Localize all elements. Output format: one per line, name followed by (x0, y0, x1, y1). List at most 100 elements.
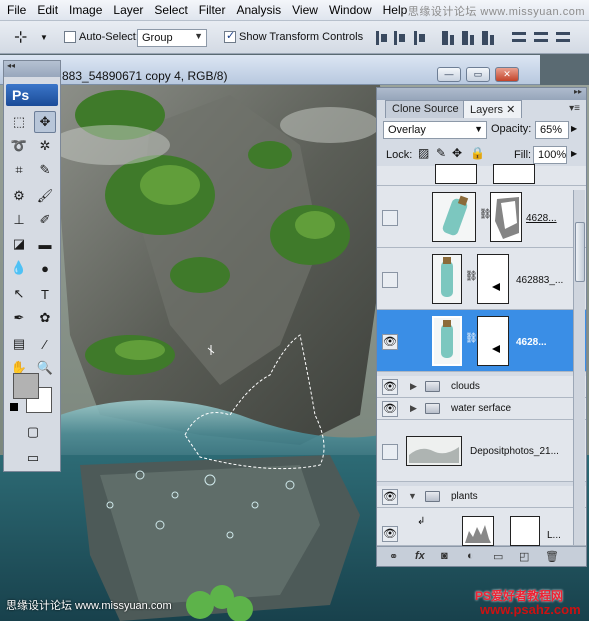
opacity-slider-arrow-icon[interactable]: ▶ (571, 124, 577, 133)
menu-analysis[interactable]: Analysis (232, 3, 288, 17)
screen-mode-icon[interactable]: ▭ (22, 447, 44, 469)
layers-scrollbar[interactable] (573, 190, 585, 545)
brush-tool-icon[interactable]: 🖌 (34, 185, 56, 207)
tools-panel-handle[interactable]: ◂◂ (4, 61, 60, 77)
menu-file[interactable]: File (3, 3, 33, 17)
layer-row-3-selected[interactable]: 👁 ⛓ 4628... (377, 310, 586, 372)
menu-view[interactable]: View (288, 3, 325, 17)
eraser-tool-icon[interactable]: ◪ (8, 233, 30, 255)
notes-tool-icon[interactable]: ▤ (8, 333, 30, 355)
minimize-button[interactable]: — (437, 67, 461, 82)
visibility-toggle[interactable] (382, 444, 398, 460)
layer-name[interactable]: L... (547, 530, 561, 541)
layer-row-depositphotos[interactable]: Depositphotos_21... (377, 420, 586, 482)
chain-link-icon[interactable]: ⛓ (465, 333, 478, 344)
layer-name[interactable]: 4628... (516, 337, 547, 348)
layer-group-plants[interactable]: 👁 ▼ plants (377, 486, 586, 508)
group-name[interactable]: water serface (451, 403, 511, 414)
marquee-tool-icon[interactable]: ⬚ (8, 111, 30, 133)
tab-clone-source[interactable]: Clone Source (385, 100, 466, 118)
clone-stamp-tool-icon[interactable]: ⊥ (8, 209, 30, 231)
blend-mode-select[interactable]: Overlay ▼ (383, 121, 487, 139)
new-group-icon[interactable]: ▭ (493, 550, 503, 563)
folder-icon (425, 491, 440, 502)
adjustment-layer-icon[interactable]: ◐ (467, 550, 474, 562)
lock-all-icon[interactable]: 🔒 (470, 146, 485, 160)
menu-filter[interactable]: Filter (195, 3, 233, 17)
layer-row-1[interactable]: ⛓ 4628... (377, 186, 586, 248)
move-tool-icon[interactable]: ⊹ (14, 27, 27, 47)
lock-image-icon[interactable]: ✎ (436, 146, 446, 160)
link-layers-icon[interactable]: ⚭ (389, 550, 398, 563)
auto-select-checkbox[interactable] (64, 31, 76, 43)
lasso-tool-icon[interactable]: ➰ (8, 135, 30, 157)
layer-name[interactable]: Depositphotos_21... (470, 446, 559, 457)
eye-icon[interactable]: 👁 (382, 379, 398, 395)
group-name[interactable]: plants (451, 491, 478, 502)
scrollbar-thumb[interactable] (575, 222, 585, 282)
layer-name[interactable]: 4628... (526, 213, 557, 224)
add-mask-icon[interactable]: ◙ (441, 550, 448, 562)
lock-transparent-icon[interactable]: ▨ (418, 146, 429, 160)
menu-select[interactable]: Select (150, 3, 194, 17)
expand-arrow-icon[interactable]: ▶ (410, 403, 417, 414)
collapse-panel-icon[interactable]: ▸▸ (574, 87, 582, 96)
gradient-tool-icon[interactable]: ▬ (34, 233, 56, 255)
fill-slider-arrow-icon[interactable]: ▶ (571, 149, 577, 158)
layer-row-2[interactable]: ⛓ 462883_... (377, 248, 586, 310)
new-layer-icon[interactable]: ◰ (519, 550, 529, 563)
path-selection-tool-icon[interactable]: ↖ (8, 283, 30, 305)
align-distribute-icons[interactable] (370, 27, 585, 49)
expand-arrow-icon[interactable]: ▶ (410, 381, 417, 392)
maximize-button[interactable]: ▭ (466, 67, 490, 82)
menu-layer[interactable]: Layer (109, 3, 150, 17)
pen-tool-icon[interactable]: ✒ (8, 307, 30, 329)
layer-mask-thumbnail (490, 192, 522, 242)
dropdown-arrow-icon: ▼ (194, 31, 203, 41)
eye-icon[interactable]: 👁 (382, 334, 398, 350)
crop-tool-icon[interactable]: ⌗ (8, 159, 30, 181)
layer-row-bottom-partial[interactable]: 👁 ↲ L... (377, 508, 586, 546)
dodge-tool-icon[interactable]: ● (34, 257, 56, 279)
visibility-toggle[interactable] (382, 272, 398, 288)
color-sampler-tool-icon[interactable]: ⁄ (34, 333, 56, 355)
lock-position-icon[interactable]: ✥ (452, 146, 462, 160)
layer-row-partial[interactable] (377, 164, 586, 186)
visibility-toggle[interactable] (382, 210, 398, 226)
eyedropper-tool-icon[interactable]: ✎ (34, 159, 56, 181)
custom-shape-tool-icon[interactable]: ✿ (34, 307, 56, 329)
healing-brush-tool-icon[interactable]: ⚙ (8, 185, 30, 207)
eye-icon[interactable]: 👁 (382, 401, 398, 417)
menu-window[interactable]: Window (325, 3, 379, 17)
layer-group-clouds[interactable]: 👁 ▶ clouds (377, 376, 586, 398)
eye-icon[interactable]: 👁 (382, 489, 398, 505)
blur-tool-icon[interactable]: 💧 (8, 257, 30, 279)
layer-style-icon[interactable]: fx (415, 550, 425, 562)
fill-input[interactable]: 100% (533, 146, 567, 164)
move-tool-button[interactable]: ✥ (34, 111, 56, 133)
eye-icon[interactable]: 👁 (382, 526, 398, 542)
menu-image[interactable]: Image (65, 3, 109, 17)
layer-group-water-serface[interactable]: 👁 ▶ water serface (377, 398, 586, 420)
delete-layer-icon[interactable]: 🗑 (545, 550, 559, 563)
opacity-input[interactable]: 65% (535, 121, 569, 139)
type-tool-icon[interactable]: T (34, 283, 56, 305)
history-brush-tool-icon[interactable]: ✐ (34, 209, 56, 231)
foreground-color-swatch[interactable] (13, 373, 39, 399)
panel-menu-icon[interactable]: ▾≡ (569, 103, 580, 114)
magic-wand-tool-icon[interactable]: ✲ (34, 135, 56, 157)
transform-controls-checkbox[interactable] (224, 29, 236, 43)
close-tab-icon[interactable]: ✕ (506, 104, 515, 116)
auto-select-dropdown[interactable]: Group ▼ (137, 29, 207, 47)
group-name[interactable]: clouds (451, 381, 480, 392)
close-button[interactable]: ✕ (495, 67, 519, 82)
quick-mask-icon[interactable]: ▢ (22, 421, 44, 443)
default-colors-icon[interactable] (10, 403, 18, 411)
menu-edit[interactable]: Edit (33, 3, 65, 17)
collapse-arrow-icon[interactable]: ▼ (408, 491, 417, 501)
tool-preset-chevron-icon[interactable]: ▼ (40, 33, 48, 42)
tab-layers[interactable]: Layers ✕ (463, 100, 523, 118)
chain-link-icon[interactable]: ⛓ (465, 271, 478, 282)
layer-name[interactable]: 462883_... (516, 275, 563, 286)
layers-panel-header[interactable]: ▸▸ (377, 87, 586, 100)
